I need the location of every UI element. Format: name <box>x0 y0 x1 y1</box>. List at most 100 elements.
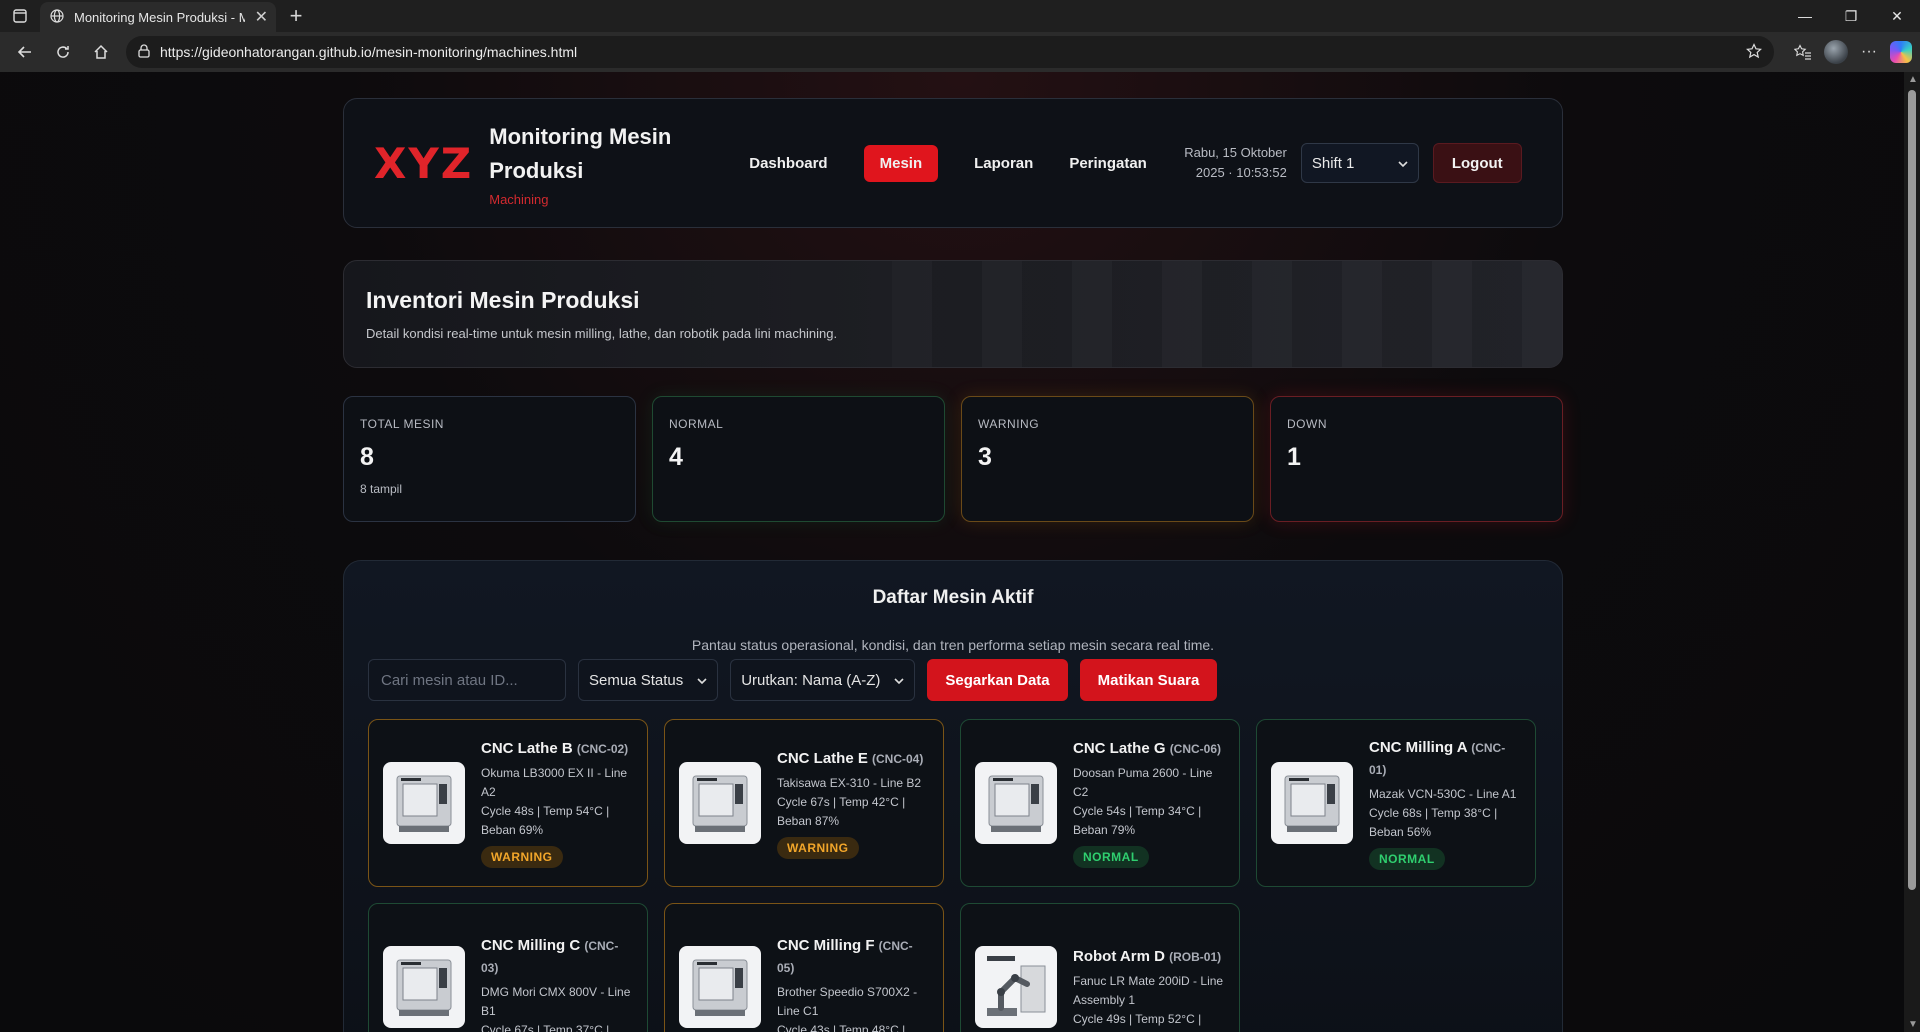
lock-icon[interactable] <box>138 43 150 61</box>
status-badge: NORMAL <box>1369 847 1445 870</box>
copilot-icon[interactable] <box>1890 41 1912 63</box>
browser-address-bar: https://gideonhatorangan.github.io/mesin… <box>0 32 1920 72</box>
favorite-star-icon[interactable] <box>1746 42 1762 62</box>
nav-laporan[interactable]: Laporan <box>974 145 1033 182</box>
nav-dashboard[interactable]: Dashboard <box>749 145 827 182</box>
stats-row: TOTAL MESIN 8 8 tampil NORMAL 4 WARNING … <box>343 396 1563 522</box>
machine-spec: Okuma LB3000 EX II - Line A2 Cycle 48s | … <box>481 766 628 837</box>
stat-normal: NORMAL 4 <box>652 396 945 522</box>
shift-value: Shift 1 <box>1311 154 1355 172</box>
stat-label: TOTAL MESIN <box>360 417 444 431</box>
machine-card[interactable]: CNC Lathe G (CNC-06) Doosan Puma 2600 - … <box>960 719 1240 887</box>
cnc-machine-image <box>975 762 1057 844</box>
machine-list-panel: Daftar Mesin Aktif Pantau status operasi… <box>343 560 1563 1032</box>
mute-sound-button[interactable]: Matikan Suara <box>1079 659 1218 701</box>
cnc-machine-image <box>383 946 465 1028</box>
machine-card[interactable]: CNC Milling C (CNC-03) DMG Mori CMX 800V… <box>368 903 648 1032</box>
page-description: Detail kondisi real-time untuk mesin mil… <box>366 326 838 341</box>
stat-label: DOWN <box>1287 417 1327 431</box>
machine-name: CNC Lathe E (CNC-04) <box>777 749 924 767</box>
close-window-icon[interactable]: ✕ <box>1874 0 1920 32</box>
url-field[interactable]: https://gideonhatorangan.github.io/mesin… <box>126 36 1774 68</box>
machine-grid: CNC Lathe B (CNC-02) Okuma LB3000 EX II … <box>368 719 1538 1032</box>
back-icon[interactable] <box>8 35 42 69</box>
stat-value: 1 <box>1287 443 1301 471</box>
stat-value: 8 <box>360 443 374 471</box>
browser-tab-active[interactable]: Monitoring Mesin Produksi - Mes ✕ <box>40 2 276 32</box>
scroll-up-icon[interactable]: ▲ <box>1908 74 1918 85</box>
machine-info: CNC Milling A (CNC-01) Mazak VCN-530C - … <box>1369 737 1521 870</box>
machine-spec: Mazak VCN-530C - Line A1 Cycle 68s | Temp… <box>1369 786 1517 839</box>
machine-info: CNC Milling C (CNC-03) DMG Mori CMX 800V… <box>481 935 633 1032</box>
machine-name: CNC Lathe B (CNC-02) <box>481 740 629 757</box>
machine-card[interactable]: CNC Milling F (CNC-05) Brother Speedio S… <box>664 903 944 1032</box>
new-tab-icon[interactable]: + <box>280 0 312 32</box>
machine-name: CNC Milling C (CNC-03) <box>481 936 619 975</box>
list-description: Pantau status operasional, kondisi, dan … <box>691 637 1215 653</box>
machine-spec: Doosan Puma 2600 - Line C2 Cycle 54s | Te… <box>1073 766 1213 837</box>
status-filter-select[interactable]: Semua Status <box>578 659 719 701</box>
globe-icon <box>50 8 64 26</box>
chevron-down-icon <box>894 672 904 689</box>
home-icon[interactable] <box>84 35 118 69</box>
url-text: https://gideonhatorangan.github.io/mesin… <box>160 44 578 60</box>
machine-info: CNC Lathe G (CNC-06) Doosan Puma 2600 - … <box>1073 738 1225 868</box>
nav-peringatan[interactable]: Peringatan <box>1069 145 1147 182</box>
machine-spec: DMG Mori CMX 800V - Line B1 Cycle 67s | T… <box>481 984 631 1032</box>
refresh-data-button[interactable]: Segarkan Data <box>927 659 1068 701</box>
browser-toolbar: ··· <box>1788 37 1912 67</box>
machine-spec: Takisawa EX-310 - Line B2 Cycle 67s | Tem… <box>777 775 922 828</box>
company-logo: XYZ <box>374 138 474 188</box>
tab-actions-icon[interactable] <box>0 0 40 32</box>
search-input[interactable] <box>368 659 566 701</box>
hero-banner: Inventori Mesin Produksi Detail kondisi … <box>343 260 1563 368</box>
cnc-machine-image <box>679 762 761 844</box>
status-filter-value: Semua Status <box>589 671 684 689</box>
machine-name: CNC Milling A (CNC-01) <box>1369 738 1506 777</box>
nav-mesin[interactable]: Mesin <box>863 144 939 182</box>
stat-label: NORMAL <box>669 417 724 431</box>
machine-card[interactable]: CNC Lathe B (CNC-02) Okuma LB3000 EX II … <box>368 719 648 887</box>
machine-spec: Fanuc LR Mate 200iD - Line Assembly 1 Cyc… <box>1073 973 1224 1026</box>
page-scrollbar[interactable]: ▲ ▼ <box>1904 72 1920 1032</box>
machine-info: CNC Lathe B (CNC-02) Okuma LB3000 EX II … <box>481 738 633 868</box>
favorites-icon[interactable] <box>1788 37 1818 67</box>
tab-title: Monitoring Mesin Produksi - Mes <box>74 9 245 25</box>
page-viewport: XYZ Monitoring Mesin Produksi Machining … <box>0 72 1920 1032</box>
scroll-down-icon[interactable]: ▼ <box>1908 1019 1918 1030</box>
page-container: XYZ Monitoring Mesin Produksi Machining … <box>343 98 1563 1032</box>
machine-card[interactable]: Robot Arm D (ROB-01) Fanuc LR Mate 200iD… <box>960 903 1240 1032</box>
filter-bar: Semua Status Urutkan: Nama (A-Z) Segarka… <box>368 659 1538 701</box>
machine-info: CNC Milling F (CNC-05) Brother Speedio S… <box>777 935 929 1032</box>
profile-avatar[interactable] <box>1824 40 1848 64</box>
stat-down: DOWN 1 <box>1270 396 1563 522</box>
page-title: Inventori Mesin Produksi <box>366 287 640 313</box>
shift-select[interactable]: Shift 1 <box>1300 143 1419 183</box>
cnc-machine-image <box>1271 762 1353 844</box>
scrollbar-thumb[interactable] <box>1908 90 1916 890</box>
machine-card[interactable]: CNC Lathe E (CNC-04) Takisawa EX-310 - L… <box>664 719 944 887</box>
list-title: Daftar Mesin Aktif <box>872 587 1034 608</box>
sort-value: Urutkan: Nama (A-Z) <box>741 671 881 689</box>
time-line: 2025 · 10:53:52 <box>1195 165 1287 180</box>
stat-value: 3 <box>978 443 992 471</box>
app-subtitle: Machining <box>489 191 549 207</box>
app-name: Monitoring Mesin Produksi <box>489 123 672 183</box>
robot-arm-image <box>975 946 1057 1028</box>
stat-label: WARNING <box>978 417 1040 431</box>
logout-button[interactable]: Logout <box>1432 143 1522 183</box>
machine-card[interactable]: CNC Milling A (CNC-01) Mazak VCN-530C - … <box>1256 719 1536 887</box>
stat-total: TOTAL MESIN 8 8 tampil <box>343 396 636 522</box>
more-menu-icon[interactable]: ··· <box>1854 37 1884 67</box>
app-header: XYZ Monitoring Mesin Produksi Machining … <box>343 98 1563 228</box>
close-tab-icon[interactable]: ✕ <box>255 7 268 27</box>
restore-icon[interactable]: ❐ <box>1828 0 1874 32</box>
cnc-machine-image <box>679 946 761 1028</box>
current-datetime: Rabu, 15 Oktober 2025 · 10:53:52 <box>1183 143 1287 183</box>
window-controls: — ❐ ✕ <box>1782 0 1920 32</box>
sort-select[interactable]: Urutkan: Nama (A-Z) <box>730 659 916 701</box>
minimize-icon[interactable]: — <box>1782 0 1828 32</box>
reload-icon[interactable] <box>46 35 80 69</box>
date-line: Rabu, 15 Oktober <box>1184 145 1287 160</box>
machine-info: Robot Arm D (ROB-01) Fanuc LR Mate 200iD… <box>1073 946 1225 1029</box>
